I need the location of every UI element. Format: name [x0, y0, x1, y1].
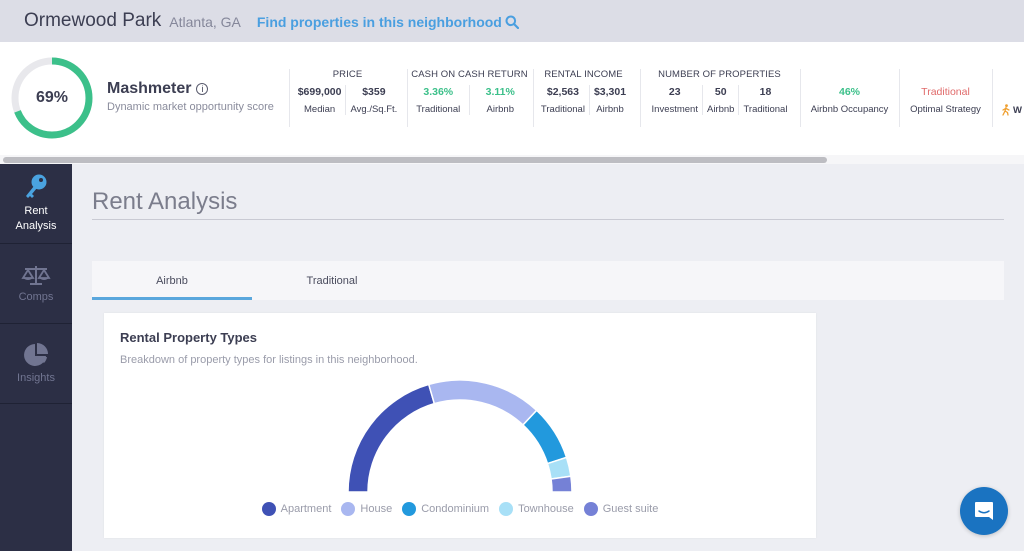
stat-value: 3.36% — [423, 86, 454, 98]
stat-number-of-properties: NUMBER OF PROPERTIES 23 Investment 50 Airb… — [640, 69, 798, 127]
legend-item-guest-suite[interactable]: Guest suite — [583, 502, 659, 516]
legend-swatch — [499, 502, 514, 516]
mashmeter-title: Mashmeter — [107, 80, 192, 97]
chart-slice-apartment[interactable] — [347, 383, 436, 493]
legend-item-townhouse[interactable]: Townhouse — [499, 502, 574, 516]
stat-header: PRICE — [332, 69, 363, 80]
find-properties-link[interactable]: Find properties in this neighborhood — [257, 14, 519, 30]
walking-person-icon — [1002, 104, 1010, 116]
stat-value: $2,563 — [546, 86, 579, 98]
stat-header: CASH ON CASH RETURN — [411, 69, 528, 80]
info-icon[interactable]: i — [196, 83, 209, 95]
stat-label: Median — [304, 104, 336, 115]
stat-label: Optimal Strategy — [910, 104, 981, 115]
sidebar-item-comps[interactable]: Comps — [0, 244, 72, 324]
stat-label: Investment — [651, 104, 698, 115]
scrollbar-thumb[interactable] — [3, 157, 827, 163]
stat-value: 46% — [838, 86, 860, 98]
stat-label: Airbnb — [706, 104, 735, 115]
stat-value: Traditional — [921, 86, 970, 98]
legend-label: Condominium — [421, 503, 490, 515]
stat-value: $699,000 — [297, 86, 342, 98]
stat-label: Airbnb — [596, 104, 624, 115]
stat-label: Airbnb — [486, 104, 514, 115]
walk-label: W — [1013, 104, 1022, 116]
stat-label: Avg./Sq.Ft. — [350, 104, 398, 115]
tab-bar: Airbnb Traditional — [92, 261, 1004, 300]
legend-label: House — [360, 503, 393, 515]
stat-occupancy: 46% Airbnb Occupancy — [800, 69, 898, 127]
neighborhood-name: Ormewood Park — [24, 10, 162, 31]
rental-property-types-card: Rental Property Types Breakdown of prope… — [104, 313, 816, 538]
top-bar: Ormewood Park Atlanta, GA Find propertie… — [0, 0, 1024, 42]
stat-label: Traditional — [540, 104, 585, 115]
stat-value: $359 — [362, 86, 386, 98]
chart-slice-house[interactable] — [427, 379, 538, 426]
chart-legend: Apartment House Condominium Townhouse Guest … — [104, 502, 816, 516]
stat-rental-income: RENTAL INCOME $2,563 Traditional $3,301 Ai… — [533, 69, 633, 127]
sidebar-item-insights[interactable]: Insights — [0, 324, 72, 404]
search-icon — [505, 15, 519, 29]
stat-label: Airbnb Occupancy — [810, 104, 889, 115]
legend-label: Apartment — [280, 503, 332, 515]
scales-icon — [21, 265, 51, 285]
legend-swatch — [583, 502, 598, 516]
stat-header: RENTAL INCOME — [544, 69, 623, 80]
stat-header: NUMBER OF PROPERTIES — [658, 69, 781, 80]
legend-item-house[interactable]: House — [341, 502, 392, 516]
legend-swatch — [261, 502, 276, 516]
legend-label: Townhouse — [518, 503, 574, 515]
legend-label: Guest suite — [602, 503, 659, 515]
legend-item-apartment[interactable]: Apartment — [261, 502, 332, 516]
stat-walk: W — [992, 69, 1024, 127]
tab-airbnb[interactable]: Airbnb — [92, 261, 252, 300]
stat-strategy: Traditional Optimal Strategy — [899, 69, 991, 127]
pie-chart-icon — [24, 342, 48, 366]
stat-value: 50 — [714, 86, 727, 98]
legend-item-condominium[interactable]: Condominium — [402, 502, 489, 516]
stats-bar: 69% Mashmeter i Dynamic market opportunit… — [0, 42, 1024, 158]
mashmeter-info: Mashmeter i Dynamic market opportunity sc… — [107, 80, 274, 113]
sidebar-label: Rent Analysis — [15, 205, 57, 232]
city-name: Atlanta, GA — [169, 14, 241, 30]
stat-label: Traditional — [743, 104, 788, 115]
chat-icon — [975, 502, 993, 520]
tab-traditional[interactable]: Traditional — [252, 261, 412, 300]
stat-value: 3.11% — [485, 86, 515, 98]
sidebar-label: Comps — [18, 290, 54, 303]
title-divider — [92, 219, 1004, 220]
page-title: Rent Analysis — [92, 188, 238, 215]
stat-value: $3,301 — [593, 86, 627, 98]
legend-swatch — [402, 502, 417, 516]
chat-button[interactable] — [960, 487, 1008, 535]
key-icon — [26, 174, 47, 198]
sidebar-item-rent-analysis[interactable]: Rent Analysis — [0, 164, 72, 244]
chart-slice-condominium[interactable] — [521, 409, 568, 465]
legend-swatch — [341, 502, 356, 516]
sidebar-label: Insights — [17, 371, 55, 384]
sidebar: Rent Analysis Comps Insights — [0, 164, 72, 551]
chart-slice-guest-suite[interactable] — [550, 475, 573, 493]
stat-label: Traditional — [416, 104, 461, 115]
find-properties-label: Find properties in this neighborhood — [256, 14, 502, 30]
stat-value: 18 — [759, 86, 772, 98]
mashmeter-subtitle: Dynamic market opportunity score — [107, 101, 274, 113]
stat-cash-on-cash: CASH ON CASH RETURN 3.36% Traditional 3.1… — [407, 69, 531, 127]
stat-price: PRICE $699,000 Median $359 Avg./Sq.Ft. — [289, 69, 405, 127]
stat-value: 23 — [668, 86, 681, 98]
mashmeter-score: 69% — [35, 89, 69, 106]
